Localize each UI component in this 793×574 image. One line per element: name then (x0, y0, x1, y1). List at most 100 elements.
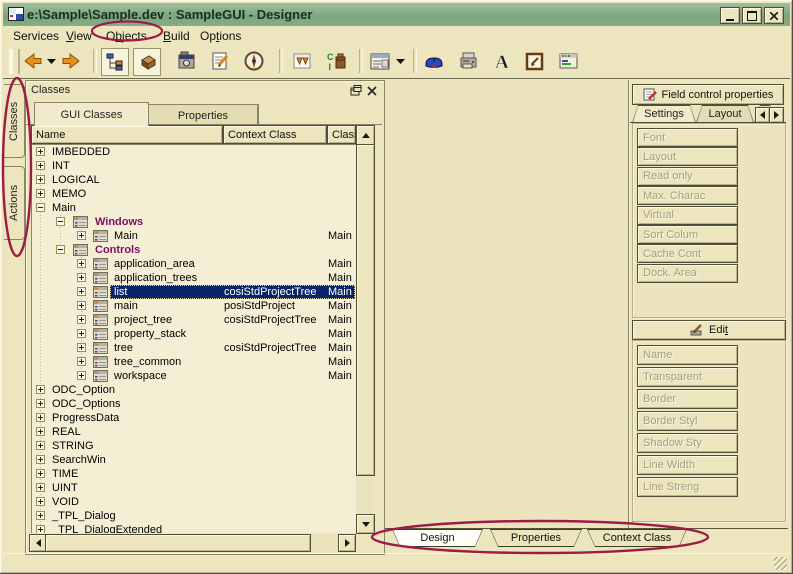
eraser-mode-button[interactable] (133, 48, 161, 76)
frame-import-button[interactable] (289, 48, 315, 74)
expand-icon[interactable] (36, 483, 45, 492)
collapse-icon[interactable] (56, 217, 65, 226)
tree-row-odc_option[interactable]: ODC_Option (32, 383, 357, 397)
class-instance-button[interactable]: C I (323, 48, 349, 74)
tree-row-project_tree[interactable]: project_treecosiStdProjectTreeMain (32, 313, 357, 327)
nav-back-dropdown[interactable] (45, 48, 58, 74)
menu-item-objects[interactable]: Objects (106, 29, 147, 43)
expand-icon[interactable] (77, 231, 86, 240)
tree-row-uint[interactable]: UINT (32, 481, 357, 495)
resize-grip[interactable] (774, 557, 787, 570)
collapse-icon[interactable] (36, 203, 45, 212)
menu-item-options[interactable]: Options (200, 29, 241, 43)
property-button-shadow-sty[interactable]: Shadow Sty (637, 433, 738, 453)
property-button-name[interactable]: Name (637, 345, 738, 365)
menu-item-services[interactable]: Services (13, 29, 59, 43)
expand-icon[interactable] (36, 161, 45, 170)
vertical-scrollbar-thumb[interactable] (356, 144, 375, 476)
tree-row-main[interactable]: mainposiStdProjectMain (32, 299, 357, 313)
expand-icon[interactable] (77, 315, 86, 324)
tab-gui-classes[interactable]: GUI Classes (34, 102, 149, 126)
expand-icon[interactable] (36, 441, 45, 450)
zoom-button[interactable] (521, 48, 547, 74)
compass-button[interactable] (241, 48, 267, 74)
tree-row-imbedded[interactable]: IMBEDDED (32, 145, 357, 159)
property-button-border[interactable]: Border (637, 389, 738, 409)
maximize-button[interactable] (742, 7, 762, 24)
font-button[interactable]: A (489, 48, 515, 74)
tree-row-controls[interactable]: Controls (32, 243, 357, 257)
tree-row-main[interactable]: Main (32, 201, 357, 215)
expand-icon[interactable] (77, 259, 86, 268)
tree-row-tree_common[interactable]: tree_commonMain (32, 355, 357, 369)
tree-row-workspace[interactable]: workspaceMain (32, 369, 357, 383)
tree-row-int[interactable]: INT (32, 159, 357, 173)
expand-icon[interactable] (36, 525, 45, 533)
scroll-up-button[interactable] (356, 125, 375, 146)
sidebar-tab-actions[interactable]: Actions (4, 166, 25, 240)
tree-row-property_stack[interactable]: property_stackMain (32, 327, 357, 341)
edit-source-button[interactable] (207, 48, 233, 74)
property-button-transparent[interactable]: Transparent (637, 367, 738, 387)
nav-forward-button[interactable] (59, 48, 85, 74)
expand-icon[interactable] (36, 399, 45, 408)
mouse-device-button[interactable] (421, 48, 447, 74)
expand-icon[interactable] (36, 147, 45, 156)
right-panel-splitter[interactable] (628, 80, 629, 528)
expand-icon[interactable] (36, 497, 45, 506)
column-header-class[interactable]: Class (327, 125, 356, 144)
property-button-line-width[interactable]: Line Width (637, 455, 738, 475)
expand-icon[interactable] (36, 385, 45, 394)
nav-back-button[interactable] (19, 48, 45, 74)
minimize-button[interactable] (720, 7, 740, 24)
tab-scroll-left-button[interactable] (755, 107, 770, 123)
tree-row-tree[interactable]: treecosiStdProjectTreeMain (32, 341, 357, 355)
bottom-tab-design[interactable]: Design (392, 529, 483, 547)
property-button-font[interactable]: Font (637, 128, 738, 147)
expand-icon[interactable] (77, 273, 86, 282)
property-button-max-charac[interactable]: Max. Charac (637, 186, 738, 205)
tab-scroll-right-button[interactable] (769, 107, 784, 123)
close-button[interactable] (764, 7, 784, 24)
expand-icon[interactable] (77, 287, 86, 296)
tree-row-time[interactable]: TIME (32, 467, 357, 481)
expand-icon[interactable] (77, 301, 86, 310)
float-panel-icon[interactable] (350, 85, 362, 97)
tree-row-progressdata[interactable]: ProgressData (32, 411, 357, 425)
tree-row-odc_options[interactable]: ODC_Options (32, 397, 357, 411)
edit-button[interactable]: Edit (632, 320, 786, 340)
property-button-cache-cont[interactable]: Cache Cont (637, 244, 738, 263)
menu-item-build[interactable]: Build (163, 29, 190, 43)
property-button-layout[interactable]: Layout (637, 147, 738, 166)
expand-icon[interactable] (36, 413, 45, 422)
hierarchy-view-button[interactable] (101, 48, 129, 76)
title-bar[interactable]: e:\Sample\Sample.dev : SampleGUI - Desig… (3, 3, 790, 26)
close-panel-icon[interactable] (366, 85, 378, 97)
property-button-read-only[interactable]: Read only (637, 167, 738, 186)
tree-row-windows[interactable]: Windows (32, 215, 357, 229)
menu-item-view[interactable]: View (66, 29, 92, 43)
property-button-virtual[interactable]: Virtual (637, 206, 738, 225)
sidebar-tab-classes[interactable]: Classes (4, 84, 25, 158)
dialog-button[interactable] (555, 48, 581, 74)
bottom-tab-context-class[interactable]: Context Class (587, 529, 687, 547)
property-button-sort-colum[interactable]: Sort Colum (637, 225, 738, 244)
tree-row-_tpl_dialogextended[interactable]: _TPL_DialogExtended (32, 523, 357, 533)
field-control-properties-button[interactable]: Field control properties (632, 84, 784, 105)
scroll-right-button[interactable] (338, 534, 356, 552)
collapse-icon[interactable] (56, 245, 65, 254)
expand-icon[interactable] (36, 511, 45, 520)
horizontal-scrollbar-thumb[interactable] (45, 534, 311, 552)
tree-row-logical[interactable]: LOGICAL (32, 173, 357, 187)
tree-row-main[interactable]: MainMain (32, 229, 357, 243)
window-list-dropdown[interactable] (394, 48, 407, 74)
scroll-down-button[interactable] (356, 514, 375, 534)
window-list-button[interactable] (367, 48, 393, 74)
expand-icon[interactable] (77, 329, 86, 338)
expand-icon[interactable] (36, 427, 45, 436)
printer-button[interactable] (455, 48, 481, 74)
expand-icon[interactable] (77, 343, 86, 352)
expand-icon[interactable] (77, 357, 86, 366)
property-button-dock-area[interactable]: Dock. Area (637, 264, 738, 283)
tree-row-_tpl_dialog[interactable]: _TPL_Dialog (32, 509, 357, 523)
